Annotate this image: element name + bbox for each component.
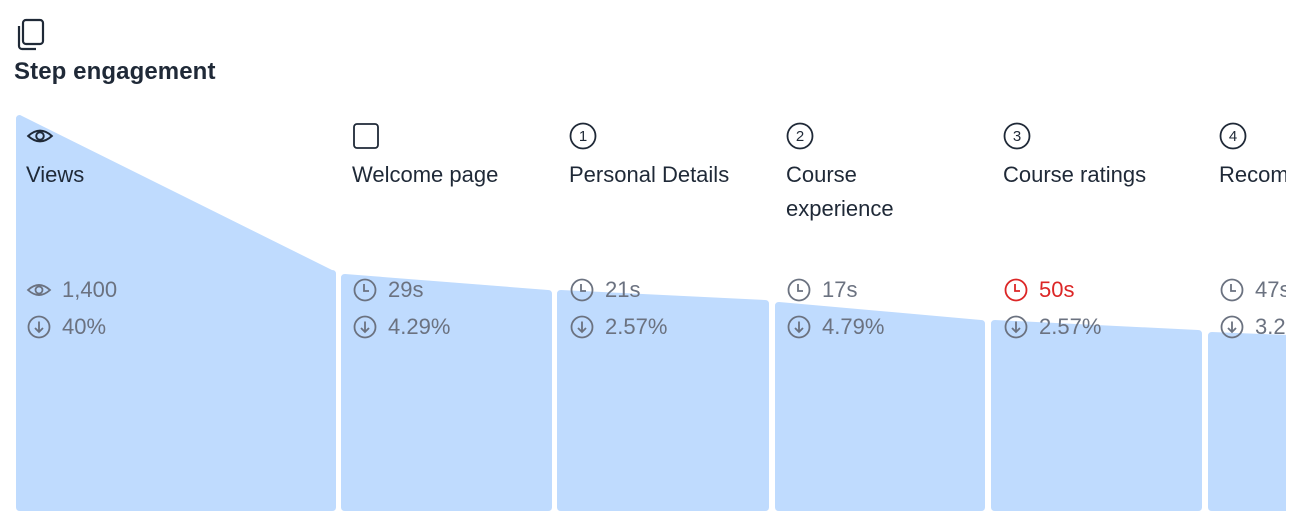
stat-value: 50s [1039, 277, 1075, 302]
drop-off-rate: 2.57% [569, 312, 667, 342]
stat-value: 2.57% [605, 314, 668, 339]
stat-value: 4.29% [388, 314, 451, 339]
eye-icon [26, 277, 62, 303]
drop-off-rate: 4.29% [352, 312, 450, 342]
drop-off-rate: 3.2 [1219, 312, 1286, 342]
arrow-down-circle-icon [1219, 314, 1255, 340]
drop-off-rate: 2.57% [1003, 312, 1101, 342]
svg-text:4: 4 [1229, 128, 1237, 145]
circled-number-icon: 1 [569, 122, 597, 150]
svg-text:2: 2 [796, 128, 804, 145]
drop-off-rate: 40% [26, 312, 106, 342]
step-label: Course experience [786, 162, 894, 221]
time-on-step: 50s [1003, 275, 1074, 305]
views-count: 1,400 [26, 275, 117, 305]
arrow-down-circle-icon [569, 314, 605, 340]
time-on-step: 47s [1219, 275, 1286, 305]
page-title: Step engagement [14, 58, 216, 85]
eye-icon [26, 122, 54, 150]
step-label: Recom [1219, 162, 1286, 187]
stat-value: 2.57% [1039, 314, 1102, 339]
clock-icon [1003, 277, 1039, 303]
circled-number-icon: 2 [786, 122, 814, 150]
clock-icon [569, 277, 605, 303]
svg-text:1: 1 [579, 128, 587, 145]
time-on-step: 17s [786, 275, 857, 305]
stat-value: 21s [605, 277, 641, 302]
arrow-down-circle-icon [1003, 314, 1039, 340]
square-icon [352, 122, 380, 150]
arrow-down-circle-icon [352, 314, 388, 340]
copy-icon [17, 18, 45, 51]
stat-value: 47s [1255, 277, 1286, 302]
arrow-down-circle-icon [786, 314, 822, 340]
time-on-step: 21s [569, 275, 640, 305]
stat-value: 3.2 [1255, 314, 1286, 339]
stat-value: 4.79% [822, 314, 885, 339]
funnel-bar [1208, 332, 1286, 511]
circled-number-icon: 4 [1219, 122, 1247, 150]
clock-icon [1219, 277, 1255, 303]
drop-off-rate: 4.79% [786, 312, 884, 342]
stat-value: 40% [62, 314, 107, 339]
step-label: Course ratings [1003, 162, 1147, 187]
stat-value: 29s [388, 277, 424, 302]
clock-icon [352, 277, 388, 303]
step-label: Views [26, 162, 85, 187]
funnel-bar [341, 274, 552, 511]
step-engagement-funnel: Views 1,400 40% Welcome page 29s 4.29% 1 Person… [0, 100, 1286, 528]
step-label: Welcome page [352, 162, 499, 187]
svg-text:3: 3 [1013, 128, 1021, 145]
stat-value: 17s [822, 277, 858, 302]
stat-value: 1,400 [62, 277, 118, 302]
arrow-down-circle-icon [26, 314, 62, 340]
step-label: Personal Details [569, 162, 730, 187]
time-on-step: 29s [352, 275, 423, 305]
clock-icon [786, 277, 822, 303]
circled-number-icon: 3 [1003, 122, 1031, 150]
funnel-bar [991, 320, 1202, 511]
